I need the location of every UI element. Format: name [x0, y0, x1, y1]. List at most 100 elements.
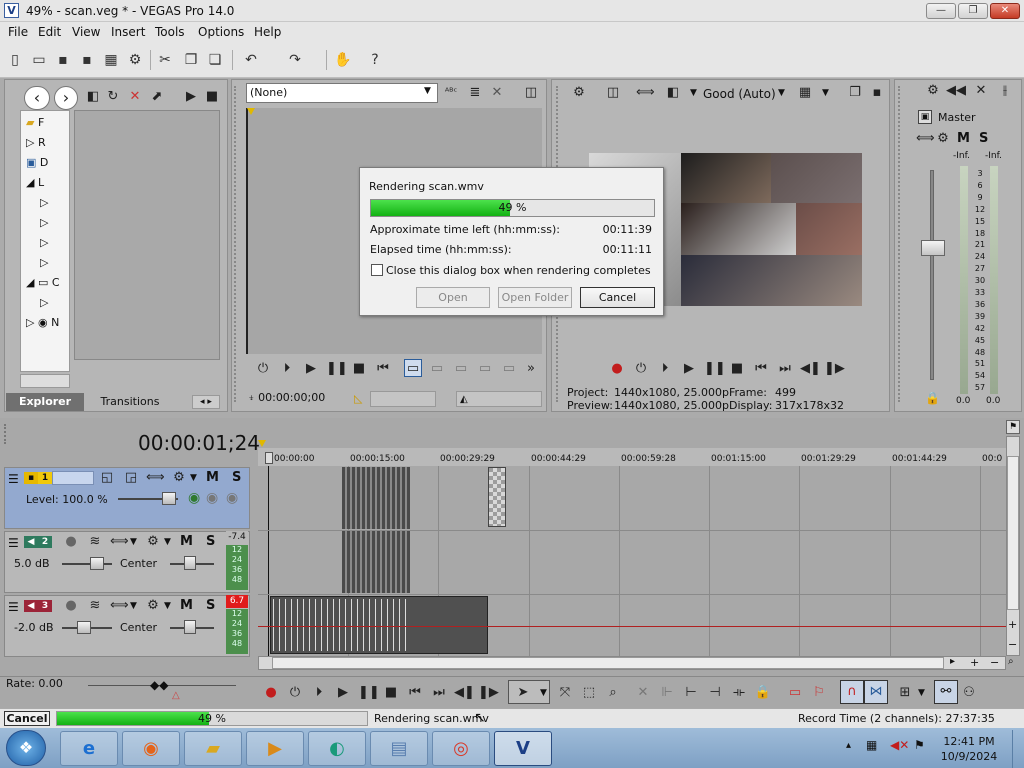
insert-marker-icon[interactable]: ▭: [786, 684, 804, 702]
track-solo-button[interactable]: S: [232, 470, 241, 485]
track-settings-gear-icon[interactable]: ⚙: [144, 533, 162, 551]
panel-grip[interactable]: [234, 86, 240, 402]
menu-insert[interactable]: Insert: [111, 25, 145, 39]
tree-item-computer[interactable]: ◢ ▭ C: [26, 276, 74, 296]
go-to-end-icon[interactable]: ⏭: [430, 684, 448, 702]
show-audio-icon[interactable]: ▭: [428, 360, 446, 378]
track-motion-icon[interactable]: ◱: [98, 469, 116, 487]
tree-item-network[interactable]: ▷ ◉ N: [26, 316, 74, 336]
tree-item-recent[interactable]: ▷ R: [26, 136, 74, 156]
zoom-tool-icon[interactable]: ⌕: [604, 684, 622, 702]
track-envelope-icon[interactable]: ≋: [86, 533, 104, 551]
lock-envelopes-toggle[interactable]: ⚯: [934, 680, 958, 704]
zoom-tool-icon[interactable]: ⌕: [1008, 656, 1014, 667]
tree-item-desktop[interactable]: ▣ D: [26, 156, 74, 176]
volume-slider-track[interactable]: [62, 563, 112, 565]
menu-file[interactable]: File: [8, 25, 28, 39]
track-settings-gear-icon[interactable]: ⚙: [144, 597, 162, 615]
menu-view[interactable]: View: [72, 25, 100, 39]
external-monitor-icon[interactable]: ◫: [604, 84, 622, 102]
selection-length-field[interactable]: [370, 391, 436, 407]
open-button[interactable]: Open: [416, 287, 490, 308]
track-minimize-icon[interactable]: ☰: [8, 536, 19, 550]
rate-slider-handle[interactable]: ◆◆: [150, 678, 168, 692]
master-fx-icon[interactable]: ⟺: [916, 130, 935, 148]
menu-help[interactable]: Help: [254, 25, 281, 39]
trimmer-media-select[interactable]: (None): [246, 83, 438, 103]
go-to-start-icon[interactable]: ⏮: [752, 360, 770, 378]
marker-flag-icon[interactable]: ⚑: [1006, 420, 1020, 434]
start-preview-icon[interactable]: ▶: [182, 88, 200, 106]
master-fader-handle[interactable]: [921, 240, 945, 256]
record-icon[interactable]: ●: [608, 360, 626, 378]
stop-preview-icon[interactable]: ■: [203, 88, 221, 106]
snapping-toggle[interactable]: ∩: [840, 680, 864, 704]
tree-item-libraries[interactable]: ◢ L: [26, 176, 74, 196]
track-mute-button[interactable]: M: [180, 598, 193, 613]
scroll-right-icon[interactable]: ▸: [950, 656, 955, 667]
overlays-grid-icon[interactable]: ▦: [796, 84, 814, 102]
copy-icon[interactable]: ❐: [182, 51, 200, 69]
explorer-file-list[interactable]: [74, 110, 220, 360]
start-button[interactable]: ❖: [6, 730, 46, 766]
enable-snapping-icon[interactable]: ✋: [334, 51, 352, 69]
minimize-button[interactable]: —: [926, 3, 956, 19]
paste-icon[interactable]: ❏: [206, 51, 224, 69]
chevron-down-icon[interactable]: ▼: [918, 688, 925, 698]
chevron-down-icon[interactable]: ▼: [130, 601, 137, 611]
level-slider-handle[interactable]: [162, 492, 176, 505]
audio-clip[interactable]: [270, 596, 488, 654]
add-after-icon[interactable]: ▭: [500, 360, 518, 378]
mixer-solo-button[interactable]: S: [979, 131, 988, 146]
add-before-icon[interactable]: ▭: [476, 360, 494, 378]
menu-options[interactable]: Options: [198, 25, 244, 39]
show-desktop-button[interactable]: [1012, 730, 1024, 768]
volume-muted-icon[interactable]: ◀✕: [890, 738, 909, 752]
video-fx-icon[interactable]: ◧: [664, 84, 682, 102]
add-to-timeline-icon[interactable]: ▭: [452, 360, 470, 378]
volume-slider-handle[interactable]: [90, 557, 104, 570]
dim-output-icon[interactable]: ✕: [972, 82, 990, 100]
vertical-scrollbar-thumb[interactable]: [1007, 456, 1019, 610]
play-from-start-icon[interactable]: ⏵: [278, 360, 296, 378]
ripple-edit-icon[interactable]: ⊞: [896, 684, 914, 702]
track-mute-button[interactable]: M: [180, 534, 193, 549]
volume-slider-handle[interactable]: [77, 621, 91, 634]
track-fx-icon[interactable]: ⟺: [110, 533, 129, 551]
loop-icon[interactable]: ⏻: [286, 684, 304, 702]
arm-record-icon[interactable]: ●: [62, 597, 80, 615]
zoom-out-horizontal-icon[interactable]: −: [990, 656, 999, 669]
next-frame-icon[interactable]: ❚▶: [478, 684, 499, 702]
pan-slider-handle[interactable]: [184, 620, 196, 634]
tab-scroll-arrows[interactable]: ◂ ▸: [192, 395, 220, 409]
redo-icon[interactable]: ↷: [286, 51, 304, 69]
stop-icon[interactable]: ■: [382, 684, 400, 702]
render-as-icon[interactable]: ▦: [102, 51, 120, 69]
record-icon[interactable]: ●: [262, 684, 280, 702]
parent-overlay-icon[interactable]: ◉: [206, 490, 218, 506]
loop-icon[interactable]: ⏻: [254, 360, 272, 378]
up-folder-icon[interactable]: ◧: [84, 88, 102, 106]
go-to-start-icon[interactable]: ⏮: [374, 360, 392, 378]
track-name-field[interactable]: [52, 471, 94, 485]
track-fx-icon[interactable]: ◲: [122, 469, 140, 487]
video-clip[interactable]: [342, 467, 410, 529]
chevron-down-icon[interactable]: ▼: [190, 473, 197, 483]
add-to-favorites-icon[interactable]: ⬈: [148, 88, 166, 106]
downmix-icon[interactable]: ◀◀: [946, 82, 966, 100]
track-settings-gear-icon[interactable]: ⚙: [170, 469, 188, 487]
track-mute-button[interactable]: M: [206, 470, 219, 485]
loop-icon[interactable]: ⏻: [632, 360, 650, 378]
ignore-grouping-icon[interactable]: ⚇: [960, 684, 978, 702]
tab-transitions[interactable]: Transitions: [90, 393, 170, 411]
network-icon[interactable]: ▦: [866, 738, 877, 752]
chevron-down-icon[interactable]: ▼: [130, 537, 137, 547]
vegas-app-icon[interactable]: V: [4, 3, 19, 18]
taskbar-firefox[interactable]: ◉: [122, 731, 180, 766]
zoom-out-vertical-icon[interactable]: −: [1008, 638, 1017, 651]
timeline-grip[interactable]: [4, 424, 10, 444]
auto-crossfade-toggle[interactable]: ⋈: [864, 680, 888, 704]
preview-quality-select[interactable]: Good (Auto): [703, 87, 776, 101]
chevron-down-icon[interactable]: ▼: [690, 88, 697, 98]
taskbar-movie-maker[interactable]: ◐: [308, 731, 366, 766]
